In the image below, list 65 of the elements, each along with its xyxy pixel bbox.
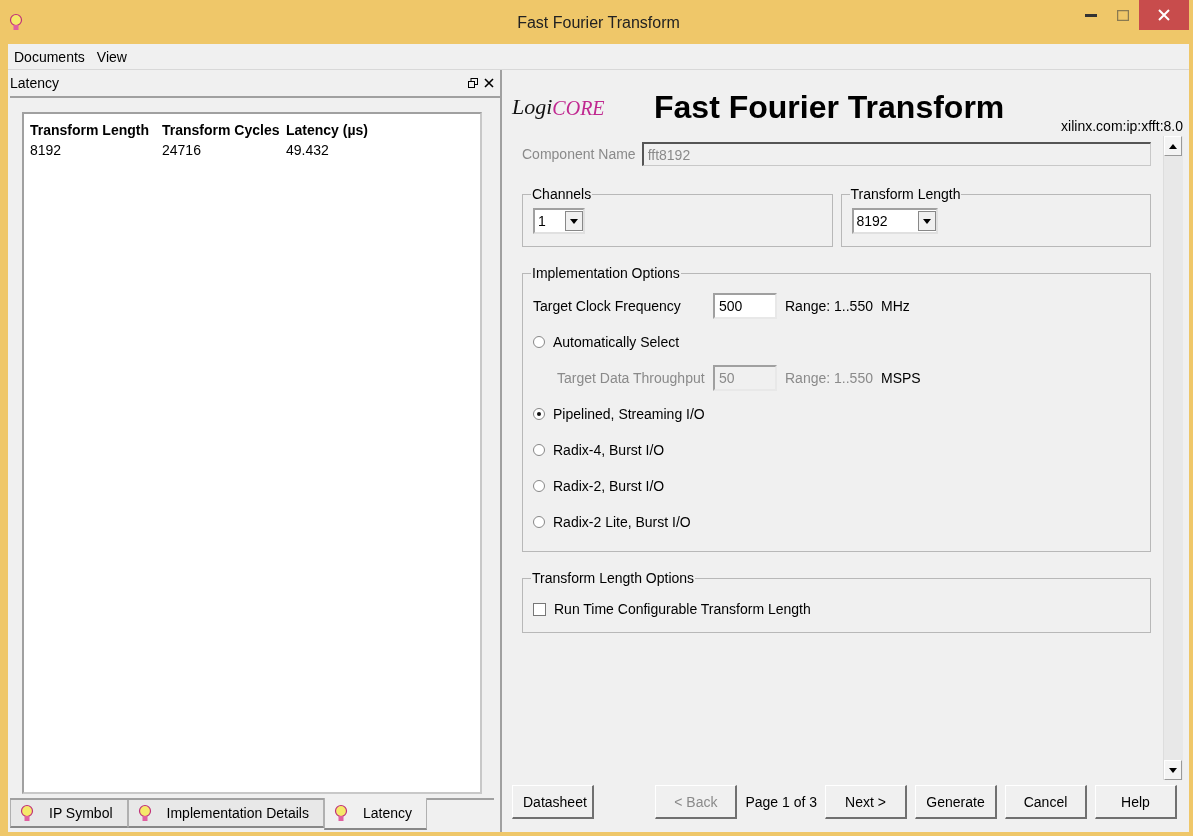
page-indicator: Page 1 of 3 bbox=[745, 794, 817, 810]
close-icon bbox=[1158, 9, 1170, 21]
checkbox[interactable] bbox=[533, 602, 546, 616]
dialog-button[interactable]: Generate bbox=[915, 785, 997, 819]
restore-icon[interactable] bbox=[468, 78, 478, 88]
dropdown[interactable]: 1 bbox=[533, 208, 585, 234]
vertical-scrollbar[interactable] bbox=[1163, 136, 1183, 780]
column-header: Latency (µs) bbox=[286, 122, 369, 138]
app-icon bbox=[8, 12, 24, 32]
bulb-icon bbox=[19, 803, 35, 823]
field-label: Target Data Throughput bbox=[557, 370, 705, 386]
dropdown[interactable]: 8192 bbox=[851, 208, 938, 234]
checkbox-option[interactable]: Run Time Configurable Transform Length bbox=[533, 598, 811, 620]
radio-icon[interactable] bbox=[533, 444, 545, 456]
radio-icon[interactable] bbox=[533, 336, 545, 348]
close-icon[interactable] bbox=[484, 78, 494, 88]
maximize-icon bbox=[1117, 9, 1129, 21]
down-triangle-icon bbox=[1169, 767, 1177, 773]
radio-option[interactable]: Pipelined, Streaming I/O bbox=[533, 403, 1140, 425]
logo: LogiCORE bbox=[512, 94, 606, 120]
radio-icon[interactable] bbox=[533, 480, 545, 492]
group-title: Transform Length bbox=[849, 186, 962, 202]
bulb-icon bbox=[332, 803, 349, 823]
radio-option[interactable]: Radix-2 Lite, Burst I/O bbox=[533, 511, 1140, 533]
bulb-icon bbox=[136, 803, 153, 823]
dialog-button[interactable]: Datasheet bbox=[512, 785, 594, 819]
number-field[interactable]: 500 bbox=[713, 293, 777, 319]
dialog-button[interactable]: Next > bbox=[825, 785, 907, 819]
table-cell-text: 8192 bbox=[30, 142, 63, 158]
table-cell-text: 49.432 bbox=[286, 142, 330, 158]
menu-item[interactable]: Documents bbox=[14, 48, 85, 65]
scroll-up-button[interactable] bbox=[1164, 136, 1182, 156]
group-title: Channels bbox=[531, 186, 593, 202]
range-text: Range: 1..550 bbox=[785, 298, 873, 314]
minimize-icon bbox=[1085, 13, 1097, 17]
dialog-button[interactable]: Cancel bbox=[1005, 785, 1087, 819]
radio-option[interactable]: Automatically Select bbox=[533, 331, 1140, 353]
ip-identifier: xilinx.com:ip:xfft:8.0 bbox=[1061, 118, 1183, 134]
up-triangle-icon bbox=[1169, 143, 1177, 149]
group-title: Implementation Options bbox=[531, 265, 681, 281]
field-label: Component Name bbox=[522, 146, 636, 162]
caret-icon bbox=[570, 218, 578, 224]
radio-option[interactable]: Radix-2, Burst I/O bbox=[533, 475, 1140, 497]
unit-text: MHz bbox=[880, 298, 910, 314]
column-header: Transform Cycles bbox=[162, 122, 281, 138]
field-label: Target Clock Frequency bbox=[533, 298, 682, 314]
radio-option[interactable]: Radix-4, Burst I/O bbox=[533, 439, 1140, 461]
tab[interactable]: IP Symbol bbox=[10, 800, 128, 828]
tab[interactable]: Implementation Details bbox=[127, 800, 324, 828]
range-text: Range: 1..550 bbox=[785, 370, 873, 386]
dialog-button[interactable]: Help bbox=[1095, 785, 1177, 819]
window-title: Fast Fourier Transform bbox=[517, 14, 680, 32]
panel-title: Latency bbox=[10, 75, 60, 91]
caret-icon bbox=[922, 218, 931, 224]
table-cell-text: 24716 bbox=[162, 142, 202, 158]
radio-icon[interactable] bbox=[533, 516, 545, 528]
unit-text: MSPS bbox=[880, 370, 921, 386]
column-header: Transform Length bbox=[30, 122, 150, 138]
tab[interactable]: Latency bbox=[323, 798, 427, 830]
close-button[interactable] bbox=[1139, 0, 1189, 30]
group-title: Transform Length Options bbox=[531, 570, 696, 586]
radio-icon[interactable] bbox=[533, 408, 545, 420]
page-title: Fast Fourier Transform bbox=[654, 88, 1005, 126]
menu-item[interactable]: View bbox=[96, 48, 127, 65]
scroll-down-button[interactable] bbox=[1164, 760, 1182, 780]
